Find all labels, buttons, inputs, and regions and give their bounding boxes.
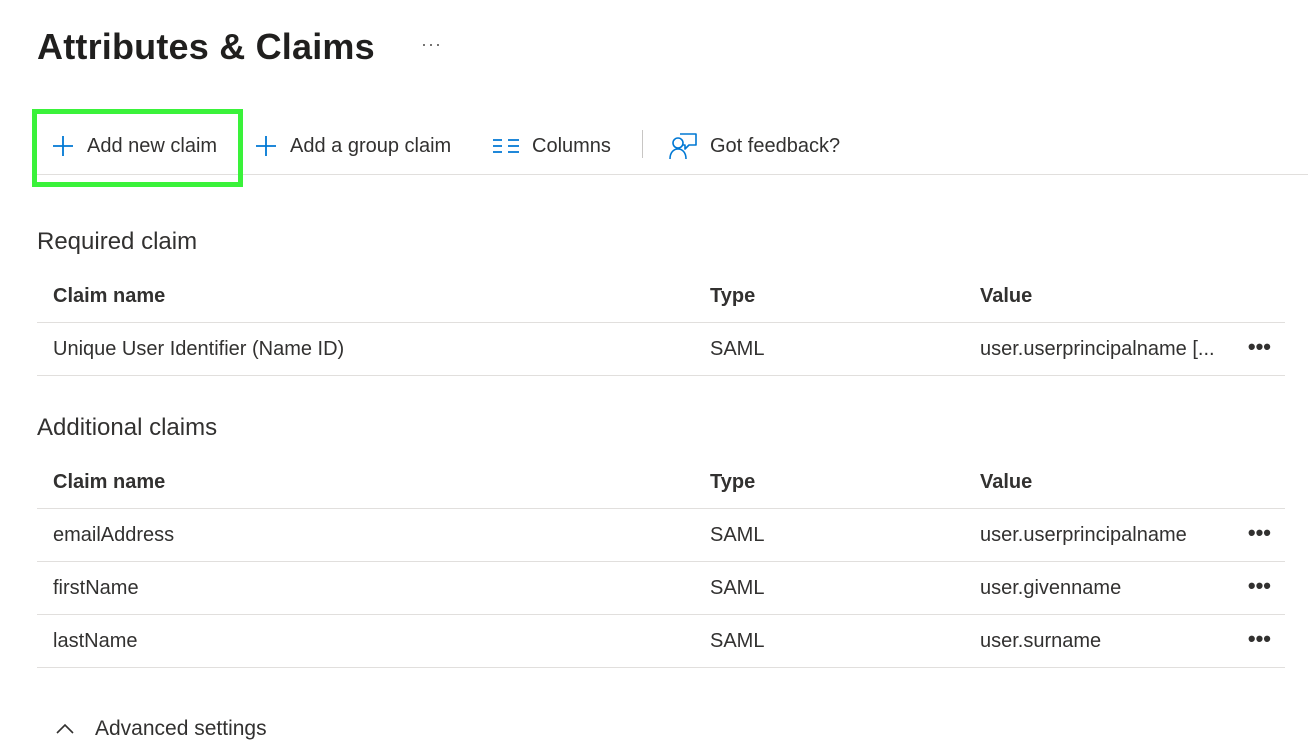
feedback-label: Got feedback?: [710, 134, 841, 157]
required-claim-heading: Required claim: [37, 228, 198, 255]
columns-label: Columns: [532, 134, 611, 157]
table-row[interactable]: firstName SAML user.givenname •••: [37, 562, 1285, 615]
claim-value-cell: user.givenname: [980, 576, 1122, 599]
claim-value-cell: user.surname: [980, 629, 1102, 652]
plus-icon: [51, 134, 75, 158]
column-header-type[interactable]: Type: [710, 456, 755, 508]
table-header-row: Claim name Type Value: [37, 456, 1285, 509]
additional-claims-heading: Additional claims: [37, 414, 218, 441]
feedback-icon: [668, 132, 698, 160]
table-header-row: Claim name Type Value: [37, 270, 1285, 323]
column-header-type[interactable]: Type: [710, 270, 755, 322]
claim-type-cell: SAML: [710, 629, 765, 652]
column-header-value[interactable]: Value: [980, 456, 1032, 508]
claim-type-cell: SAML: [710, 576, 765, 599]
page-title: Attributes & Claims: [37, 26, 375, 67]
add-group-claim-button[interactable]: Add a group claim: [254, 118, 451, 174]
row-more-button[interactable]: •••: [1248, 323, 1271, 371]
add-new-claim-button[interactable]: Add new claim: [51, 118, 217, 174]
row-more-button[interactable]: •••: [1248, 509, 1271, 557]
columns-button[interactable]: Columns: [492, 118, 611, 174]
additional-claims-table: Claim name Type Value emailAddress SAML …: [37, 456, 1285, 668]
claim-name-cell: lastName: [53, 629, 138, 652]
row-more-button[interactable]: •••: [1248, 562, 1271, 610]
toolbar-divider: [642, 130, 643, 158]
columns-icon: [492, 137, 520, 155]
advanced-settings-toggle[interactable]: Advanced settings: [55, 712, 267, 746]
table-row[interactable]: Unique User Identifier (Name ID) SAML us…: [37, 323, 1285, 376]
row-more-button[interactable]: •••: [1248, 615, 1271, 663]
claim-type-cell: SAML: [710, 523, 765, 546]
plus-icon: [254, 134, 278, 158]
chevron-up-icon: [55, 723, 75, 735]
claim-value-cell: user.userprincipalname: [980, 523, 1187, 546]
add-new-claim-label: Add new claim: [87, 134, 218, 157]
claim-name-cell: emailAddress: [53, 523, 175, 546]
feedback-button[interactable]: Got feedback?: [668, 118, 840, 174]
column-header-claim-name[interactable]: Claim name: [53, 270, 165, 322]
claim-value-cell: user.userprincipalname [...: [980, 337, 1215, 360]
command-bar: Add new claim Add a group claim Columns …: [37, 118, 1308, 175]
claim-type-cell: SAML: [710, 337, 765, 360]
advanced-settings-label: Advanced settings: [95, 717, 267, 740]
table-row[interactable]: lastName SAML user.surname •••: [37, 615, 1285, 668]
claim-name-cell: firstName: [53, 576, 139, 599]
claim-name-cell: Unique User Identifier (Name ID): [53, 337, 345, 360]
add-group-claim-label: Add a group claim: [290, 134, 452, 157]
table-row[interactable]: emailAddress SAML user.userprincipalname…: [37, 509, 1285, 562]
required-claims-table: Claim name Type Value Unique User Identi…: [37, 270, 1285, 376]
title-more-button[interactable]: ···: [421, 34, 442, 55]
column-header-value[interactable]: Value: [980, 270, 1032, 322]
column-header-claim-name[interactable]: Claim name: [53, 456, 165, 508]
